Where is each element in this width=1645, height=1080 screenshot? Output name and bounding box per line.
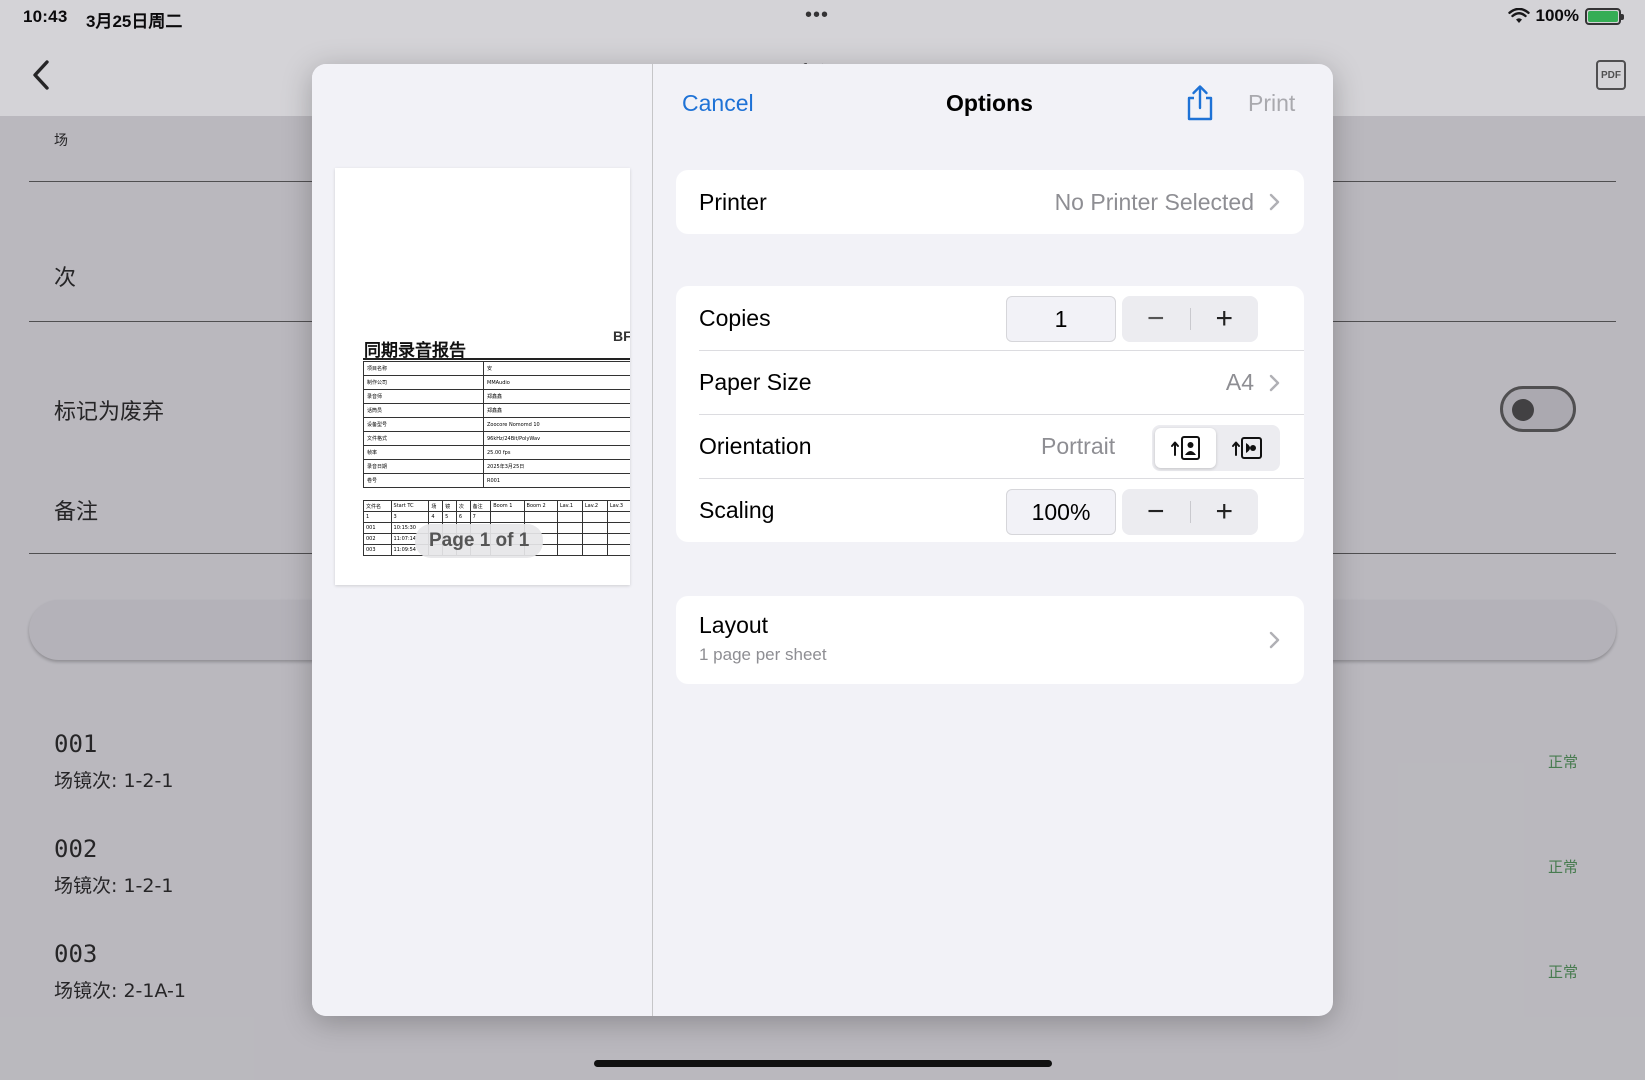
paper-size-value: A4 <box>1225 369 1254 395</box>
printer-row[interactable]: Printer No Printer Selected <box>676 170 1304 234</box>
landscape-person-icon <box>1231 437 1262 459</box>
copies-stepper: − + <box>1122 296 1258 342</box>
layout-group: Layout 1 page per sheet <box>676 596 1304 684</box>
layout-row[interactable]: Layout 1 page per sheet <box>676 596 1304 684</box>
cancel-button[interactable]: Cancel <box>682 90 754 117</box>
landscape-orientation-button[interactable] <box>1216 428 1277 468</box>
portrait-person-icon <box>1170 436 1200 460</box>
doc-logo: BF <box>613 328 630 344</box>
copies-increment-button[interactable]: + <box>1191 296 1259 342</box>
scaling-increment-button[interactable]: + <box>1191 489 1259 535</box>
doc-title-rule <box>363 358 630 360</box>
page-count-badge: Page 1 of 1 <box>415 524 544 558</box>
copies-row: Copies 1 − + <box>676 286 1304 350</box>
printer-label: Printer <box>699 188 767 215</box>
page-preview-thumbnail[interactable]: 同期录音报告 BF 项目名称安 制作公司 MMAudio 录音师 郑鑫鑫 话筒员 郑鑫… <box>335 168 630 585</box>
doc-info-table: 项目名称安 制作公司 MMAudio 录音师 郑鑫鑫 话筒员 郑鑫鑫 设备型号 Zooc… <box>363 361 630 488</box>
layout-label: Layout <box>699 612 769 638</box>
chevron-right-icon <box>1269 374 1280 391</box>
scaling-row: Scaling 100% − + <box>699 478 1304 542</box>
scaling-field[interactable]: 100% <box>1006 489 1116 535</box>
options-title: Options <box>946 90 1033 116</box>
home-indicator[interactable] <box>594 1060 1052 1067</box>
scaling-decrement-button[interactable]: − <box>1122 489 1190 535</box>
options-pane: Cancel Options Print Printer No Printer … <box>654 64 1333 1016</box>
print-preview-pane: 同期录音报告 BF 项目名称安 制作公司 MMAudio 录音师 郑鑫鑫 话筒员 郑鑫… <box>312 64 653 1016</box>
copies-label: Copies <box>699 304 771 331</box>
portrait-orientation-button[interactable] <box>1155 428 1216 468</box>
orientation-label: Orientation <box>699 433 812 459</box>
scaling-label: Scaling <box>699 497 775 523</box>
chevron-right-icon <box>1269 631 1280 649</box>
print-button[interactable]: Print <box>1248 90 1295 117</box>
options-title-bar: Options <box>654 90 1333 117</box>
orientation-value: Portrait <box>1041 433 1116 459</box>
copies-decrement-button[interactable]: − <box>1122 296 1190 342</box>
orientation-row: Orientation Portrait <box>699 414 1304 478</box>
share-icon[interactable] <box>1184 84 1216 122</box>
paper-size-label: Paper Size <box>699 369 812 395</box>
copies-field[interactable]: 1 <box>1006 296 1116 342</box>
layout-value: 1 page per sheet <box>699 645 827 664</box>
paper-size-row[interactable]: Paper Size A4 <box>699 350 1304 414</box>
printer-group: Printer No Printer Selected <box>676 170 1304 234</box>
chevron-right-icon <box>1269 193 1280 211</box>
orientation-segmented-control <box>1152 425 1280 471</box>
print-settings-group: Copies 1 − + Paper Size A4 Orientation P… <box>676 286 1304 542</box>
printer-value: No Printer Selected <box>1054 188 1254 215</box>
scaling-stepper: − + <box>1122 489 1258 535</box>
print-options-sheet: 同期录音报告 BF 项目名称安 制作公司 MMAudio 录音师 郑鑫鑫 话筒员 郑鑫… <box>312 64 1333 1016</box>
